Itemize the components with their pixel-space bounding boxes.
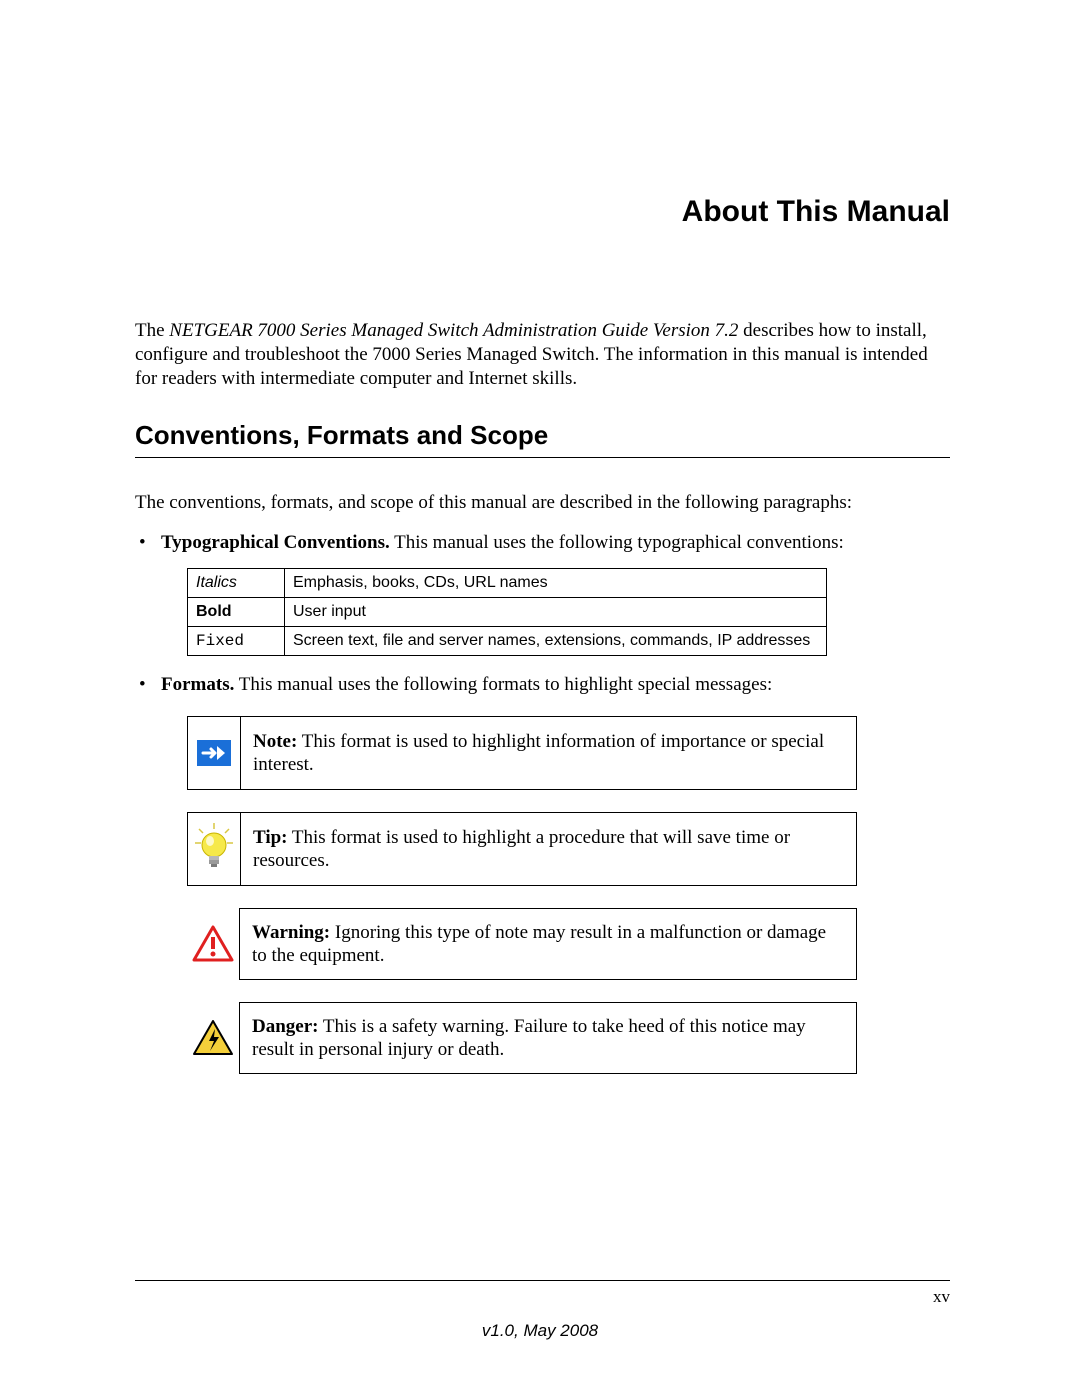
bullet-typographical: Typographical Conventions. This manual u… — [135, 532, 950, 656]
bullet-rest: This manual uses the following formats t… — [234, 674, 772, 695]
callout-text: This format is used to highlight a proce… — [253, 827, 790, 872]
section-underline — [135, 457, 950, 458]
version-footer: v1.0, May 2008 — [0, 1321, 1080, 1341]
document-page: About This Manual The NETGEAR 7000 Serie… — [0, 0, 1080, 1397]
table-row: Italics Emphasis, books, CDs, URL names — [188, 569, 827, 598]
note-callout: Note: This format is used to highlight i… — [187, 716, 857, 790]
conv-label-bold: Bold — [188, 598, 285, 627]
conv-desc: Screen text, file and server names, exte… — [285, 627, 827, 656]
footer-rule — [135, 1280, 950, 1281]
page-title: About This Manual — [135, 195, 950, 229]
tip-callout: Tip: This format is used to highlight a … — [187, 812, 857, 886]
bullet-lead: Typographical Conventions. — [161, 532, 390, 553]
intro-paragraph: The NETGEAR 7000 Series Managed Switch A… — [135, 319, 950, 390]
note-arrow-icon — [188, 717, 241, 790]
danger-callout: Danger: This is a safety warning. Failur… — [187, 1002, 857, 1074]
conv-label-italics: Italics — [188, 569, 285, 598]
bullet-rest: This manual uses the following typograph… — [390, 532, 844, 553]
callout-text: This is a safety warning. Failure to tak… — [252, 1016, 806, 1061]
book-title: NETGEAR 7000 Series Managed Switch Admin… — [169, 320, 738, 341]
conv-label-fixed: Fixed — [188, 627, 285, 656]
callout-lead: Danger: — [252, 1016, 318, 1037]
conventions-table: Italics Emphasis, books, CDs, URL names … — [187, 568, 827, 656]
bullet-lead: Formats. — [161, 674, 234, 695]
callout-lead: Warning: — [252, 922, 330, 943]
table-row: Fixed Screen text, file and server names… — [188, 627, 827, 656]
callout-text: This format is used to highlight informa… — [253, 731, 824, 776]
conv-desc: User input — [285, 598, 827, 627]
page-number: xv — [933, 1287, 950, 1307]
conv-desc: Emphasis, books, CDs, URL names — [285, 569, 827, 598]
callout-lead: Tip: — [253, 827, 288, 848]
warning-triangle-icon — [187, 908, 239, 980]
warning-callout: Warning: Ignoring this type of note may … — [187, 908, 857, 980]
section-heading: Conventions, Formats and Scope — [135, 420, 950, 451]
lightbulb-icon — [188, 813, 241, 886]
table-row: Bold User input — [188, 598, 827, 627]
section-intro: The conventions, formats, and scope of t… — [135, 492, 950, 514]
bullet-list: Typographical Conventions. This manual u… — [135, 532, 950, 1074]
bullet-formats: Formats. This manual uses the following … — [135, 674, 950, 1074]
danger-bolt-icon — [187, 1002, 239, 1074]
intro-prefix: The — [135, 320, 169, 341]
callout-lead: Note: — [253, 731, 297, 752]
callout-text: Ignoring this type of note may result in… — [252, 922, 826, 967]
